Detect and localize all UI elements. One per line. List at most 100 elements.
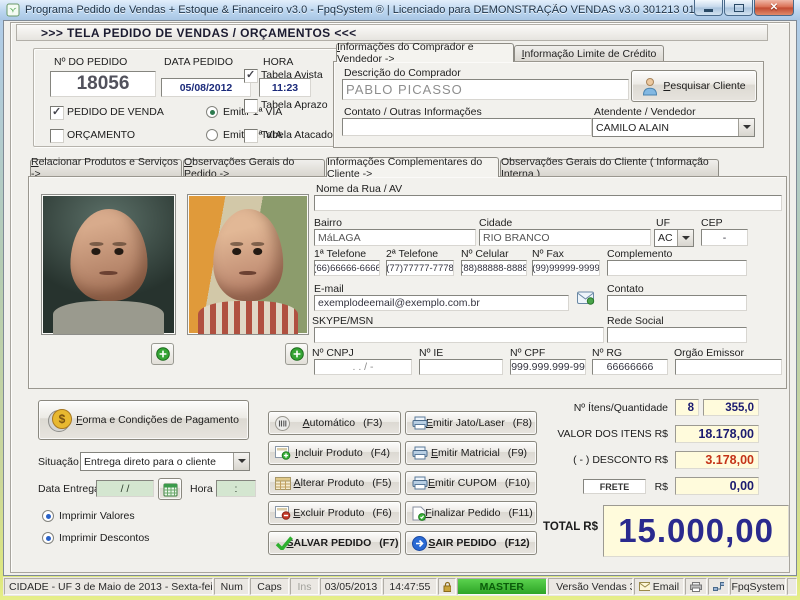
descricao-comprador-field[interactable]: PABLO PICASSO [342,79,629,100]
orgao-emissor-field[interactable] [675,359,782,375]
cidade-field[interactable]: RIO BRANCO [479,229,651,246]
rua-field[interactable] [314,195,782,211]
envelope-icon [638,582,650,591]
cnpj-field[interactable]: . . / - [314,359,412,375]
order-date-field[interactable]: 05/08/2012 [161,78,251,97]
client-panel: Nome da Rua / AV Bairro MáLAGA Cidade RI… [28,176,787,389]
ie-field[interactable] [419,359,503,375]
coin-icon: $ [48,408,74,433]
contato-outras-field[interactable] [342,118,592,136]
tab-observacoes-pedido[interactable]: Observações Gerais do Pedido -> [183,156,325,180]
close-button[interactable]: ✕ [754,0,794,16]
itens-field: 8 [675,399,699,416]
tabela-aprazo-checkbox[interactable]: Tabela Aprazo [244,99,339,113]
add-photo-1-button[interactable] [151,343,174,365]
pesquisar-cliente-button[interactable]: Pesquisar Cliente [631,70,757,102]
statusbar-location: CIDADE - UF 3 de Maio de 2013 - Sexta-fe… [4,578,214,595]
rg-field[interactable]: 66666666 [592,359,668,375]
barcode-icon [275,415,290,431]
calendar-button[interactable] [158,478,182,500]
person-icon [642,77,658,96]
rede-social-field[interactable] [607,327,747,343]
statusbar-num: Num [214,578,250,595]
status-bar: CIDADE - UF 3 de Maio de 2013 - Sexta-fe… [3,577,798,596]
hora-entrega-field[interactable]: : [216,480,256,497]
atendente-dropdown[interactable]: CAMILO ALAIN [592,118,755,137]
client-photo-secondary [187,194,309,335]
pedido-venda-checkbox[interactable]: PEDIDO DE VENDA [50,105,200,120]
checkbox-icon [244,99,258,113]
chevron-down-icon [233,453,249,470]
minimize-button[interactable] [694,0,723,16]
imprimir-valores-radio[interactable]: Imprimir Valores [42,510,162,524]
main-form: >>> TELA PEDIDO DE VENDAS / ORÇAMENTOS <… [3,20,797,576]
frete-field: 0,00 [675,477,759,495]
tab-relacionar-produtos[interactable]: Relacionar Produtos e Serviços -> [30,156,182,180]
total-field: 15.000,00 [603,505,789,557]
salvar-pedido-button[interactable]: SALVAR PEDIDO (F7) [268,531,401,555]
maximize-button[interactable] [724,0,753,16]
alterar-produto-button[interactable]: Alterar Produto (F5) [268,471,401,495]
tab-comprador-vendedor[interactable]: Informações do Comprador e Vendedor -> [336,41,514,65]
valor-itens-field: 18.178,00 [675,425,759,443]
tel1-field[interactable]: (66)66666-6666 [314,260,380,276]
tel2-field[interactable]: (77)77777-7778 [386,260,454,276]
cep-field[interactable]: - [701,229,748,246]
statusbar-filler [787,578,798,595]
emitir-jato-laser-button[interactable]: Emitir Jato/Laser (F8) [405,411,537,435]
statusbar-printer-cell[interactable] [685,578,707,595]
order-number-field[interactable]: 18056 [50,71,156,97]
desconto-label: ( - ) DESCONTO R$ [573,454,668,466]
orcamento-checkbox[interactable]: ORÇAMENTO [50,129,170,143]
tab-observacoes-cliente[interactable]: Observações Gerais do Cliente ( Informaç… [500,156,719,180]
send-email-icon[interactable] [577,291,595,305]
quantidade-field: 355,0 [703,399,759,416]
statusbar-email[interactable]: Email [633,578,685,595]
plus-circle-icon [155,347,170,361]
statusbar-network-cell[interactable] [707,578,730,595]
emitir-matricial-button[interactable]: Emitir Matricial (F9) [405,441,537,465]
cpf-field[interactable]: 999.999.999-99 [510,359,586,375]
emitir-cupom-button[interactable]: Emitir CUPOM (F10) [405,471,537,495]
total-label: TOTAL R$ [543,521,598,533]
sair-pedido-button[interactable]: SAIR PEDIDO (F12) [405,531,537,555]
bairro-label: Bairro [314,217,343,229]
portrait-face [213,208,283,301]
celular-label: Nº Celular [461,248,509,260]
email-field[interactable]: exemplodeemail@exemplo.com.br [314,295,569,311]
tabela-atacado-checkbox[interactable]: Tabela Atacado [244,129,339,143]
excluir-produto-button[interactable]: Excluir Produto (F6) [268,501,401,525]
printer-icon [690,581,702,592]
imprimir-descontos-radio[interactable]: Imprimir Descontos [42,532,172,546]
tabela-avista-checkbox[interactable]: Tabela Avista [244,68,339,83]
situacao-dropdown[interactable]: Entrega direto para o cliente [80,452,250,471]
skype-field[interactable] [314,327,604,343]
contato-outras-label: Contato / Outras Informações [344,106,482,118]
incluir-produto-button[interactable]: Incluir Produto (F4) [268,441,401,465]
automatico-button[interactable]: Automático (F3) [268,411,401,435]
tel2-label: 2ª Telefone [386,248,439,260]
statusbar-version: Versão Vendas 3.0 [548,578,633,595]
uf-dropdown[interactable]: AC [654,229,694,247]
complemento-field[interactable] [607,260,747,276]
finalizar-pedido-button[interactable]: Finalizar Pedido (F11) [405,501,537,525]
tab-limite-credito[interactable]: Informação Limite de Crédito [514,45,664,62]
title-bar: Programa Pedido de Vendas + Estoque & Fi… [0,0,800,20]
forma-pagamento-button[interactable]: $ Forma e Condições de Pagamento [38,400,249,440]
radio-icon [42,510,54,522]
add-photo-2-button[interactable] [285,343,308,365]
contato-field[interactable] [607,295,747,311]
celular-field[interactable]: (88)88888-8888 [461,260,527,276]
frete-moeda-label: R$ [654,481,668,493]
fax-field[interactable]: (99)99999-9999 [532,260,600,276]
edit-product-icon [275,476,291,490]
tab-informacoes-complementares[interactable]: Informações Complementares do Cliente -> [326,156,499,180]
data-entrega-field[interactable]: / / [96,480,154,497]
bairro-field[interactable]: MáLAGA [314,229,476,246]
add-product-icon [275,446,291,460]
plus-circle-icon [289,347,304,361]
radio-icon [206,106,218,118]
cnpj-label: Nº CNPJ [312,347,354,359]
statusbar-ins: Ins [289,578,320,595]
frete-button[interactable]: FRETE [583,479,646,494]
